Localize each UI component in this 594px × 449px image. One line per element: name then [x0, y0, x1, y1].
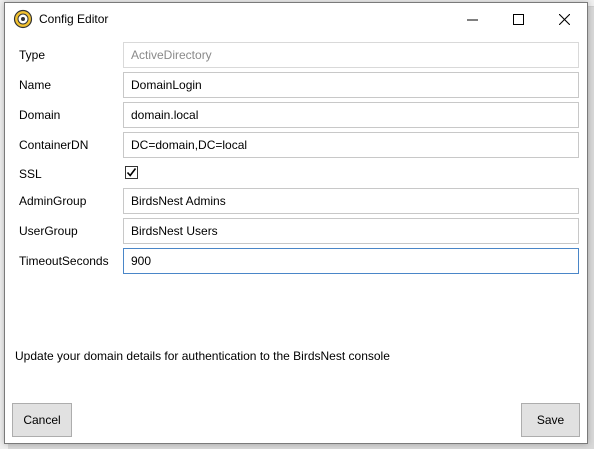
maximize-icon [512, 13, 524, 25]
app-icon [13, 9, 33, 29]
timeout-row: TimeoutSeconds 900 [19, 248, 579, 274]
help-text: Update your domain details for authentic… [15, 349, 390, 363]
ssl-row: SSL [19, 161, 579, 187]
minimize-button[interactable] [449, 3, 495, 35]
admingroup-field[interactable]: BirdsNest Admins [123, 188, 579, 214]
timeout-field[interactable]: 900 [123, 248, 579, 274]
domain-field[interactable]: domain.local [123, 102, 579, 128]
cancel-button[interactable]: Cancel [12, 403, 72, 437]
admingroup-row: AdminGroup BirdsNest Admins [19, 188, 579, 214]
ssl-label: SSL [19, 167, 42, 181]
admingroup-label: AdminGroup [19, 194, 87, 208]
domain-row: Domain domain.local [19, 102, 579, 128]
name-row: Name DomainLogin [19, 72, 579, 98]
minimize-icon [466, 19, 478, 20]
name-field[interactable]: DomainLogin [123, 72, 579, 98]
title-bar[interactable]: Config Editor [5, 3, 587, 35]
window-title: Config Editor [39, 12, 109, 26]
config-editor-window: Config Editor Type ActiveDirectory Name … [4, 2, 588, 444]
type-label: Type [19, 48, 46, 62]
close-icon [558, 13, 570, 25]
containerdn-label: ContainerDN [19, 138, 89, 152]
close-button[interactable] [541, 3, 587, 35]
save-button[interactable]: Save [521, 403, 580, 437]
checkmark-icon [126, 168, 137, 177]
domain-label: Domain [19, 108, 61, 122]
maximize-button[interactable] [495, 3, 541, 35]
name-label: Name [19, 78, 52, 92]
usergroup-label: UserGroup [19, 224, 78, 238]
containerdn-row: ContainerDN DC=domain,DC=local [19, 132, 579, 158]
usergroup-row: UserGroup BirdsNest Users [19, 218, 579, 244]
usergroup-field[interactable]: BirdsNest Users [123, 218, 579, 244]
type-field: ActiveDirectory [123, 42, 579, 68]
type-row: Type ActiveDirectory [19, 42, 579, 68]
ssl-checkbox[interactable] [125, 166, 138, 179]
timeout-label: TimeoutSeconds [19, 254, 109, 268]
containerdn-field[interactable]: DC=domain,DC=local [123, 132, 579, 158]
